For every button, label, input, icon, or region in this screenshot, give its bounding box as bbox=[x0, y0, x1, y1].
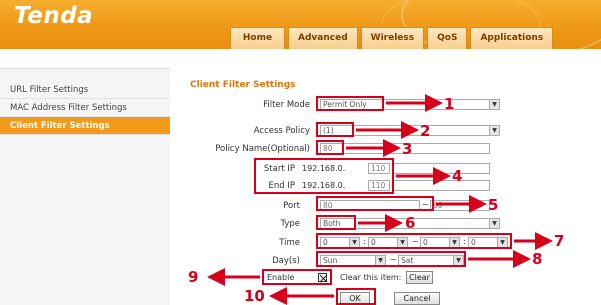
tenda-logo: Tenda bbox=[14, 3, 94, 29]
start-ip-extra-field[interactable] bbox=[392, 163, 490, 174]
dropdown-arrow-icon: ▼ bbox=[489, 126, 499, 135]
annotation-box-port bbox=[316, 196, 434, 211]
cancel-button[interactable]: Cancel bbox=[394, 292, 440, 305]
time-label: Time bbox=[279, 238, 300, 248]
annotation-number-1: 1 bbox=[444, 95, 455, 113]
sidebar-item-client-filter[interactable]: Client Filter Settings bbox=[0, 117, 170, 135]
annotation-number-3: 3 bbox=[402, 140, 413, 158]
annotation-box-ip-range bbox=[254, 158, 394, 194]
tab-wireless[interactable]: Wireless bbox=[360, 27, 425, 49]
annotation-number-4: 4 bbox=[452, 167, 463, 185]
tab-advanced[interactable]: Advanced bbox=[288, 27, 358, 49]
annotation-box-enable bbox=[262, 269, 332, 285]
port-label: Port bbox=[283, 201, 300, 211]
annotation-number-7: 7 bbox=[554, 232, 565, 250]
annotation-box-ok bbox=[336, 288, 376, 305]
page-title: Client Filter Settings bbox=[190, 80, 296, 90]
tab-applications[interactable]: Applications bbox=[470, 27, 554, 49]
annotation-box-days bbox=[316, 251, 466, 267]
annotation-box-access-policy bbox=[316, 122, 354, 137]
type-label: Type bbox=[280, 219, 300, 229]
port-to-input[interactable]: 80 bbox=[430, 200, 490, 211]
annotation-number-10: 10 bbox=[244, 287, 265, 305]
sidebar-item-mac-filter[interactable]: MAC Address Filter Settings bbox=[0, 99, 170, 117]
clear-button[interactable]: Clear bbox=[406, 271, 433, 284]
annotation-number-5: 5 bbox=[488, 196, 499, 214]
annotation-number-2: 2 bbox=[420, 122, 431, 140]
header-bar: Tenda Home Advanced Wireless QoS Applica… bbox=[0, 0, 601, 49]
annotation-number-8: 8 bbox=[532, 250, 543, 268]
sidebar-item-url-filter[interactable]: URL Filter Settings bbox=[0, 81, 170, 99]
annotation-number-9: 9 bbox=[188, 268, 199, 286]
annotation-box-filter-mode bbox=[316, 96, 384, 111]
annotation-number-6: 6 bbox=[405, 214, 416, 232]
filter-mode-label: Filter Mode bbox=[263, 100, 310, 110]
dropdown-arrow-icon: ▼ bbox=[489, 100, 499, 109]
days-label: Day(s) bbox=[272, 256, 300, 266]
tab-qos[interactable]: QoS bbox=[427, 27, 468, 49]
annotation-box-policy-name bbox=[316, 140, 344, 155]
sidebar: URL Filter Settings MAC Address Filter S… bbox=[0, 68, 170, 305]
annotation-box-time bbox=[316, 233, 512, 249]
clear-item-label: Clear this item: bbox=[340, 273, 402, 282]
tab-home[interactable]: Home bbox=[230, 27, 285, 49]
policy-name-label: Policy Name(Optional) bbox=[215, 144, 310, 154]
annotation-box-type bbox=[316, 215, 356, 230]
end-ip-extra-field[interactable] bbox=[392, 180, 490, 191]
access-policy-label: Access Policy bbox=[253, 126, 310, 136]
main-nav-tabs: Home Advanced Wireless QoS Applications bbox=[230, 27, 554, 49]
dropdown-arrow-icon: ▼ bbox=[489, 219, 499, 228]
